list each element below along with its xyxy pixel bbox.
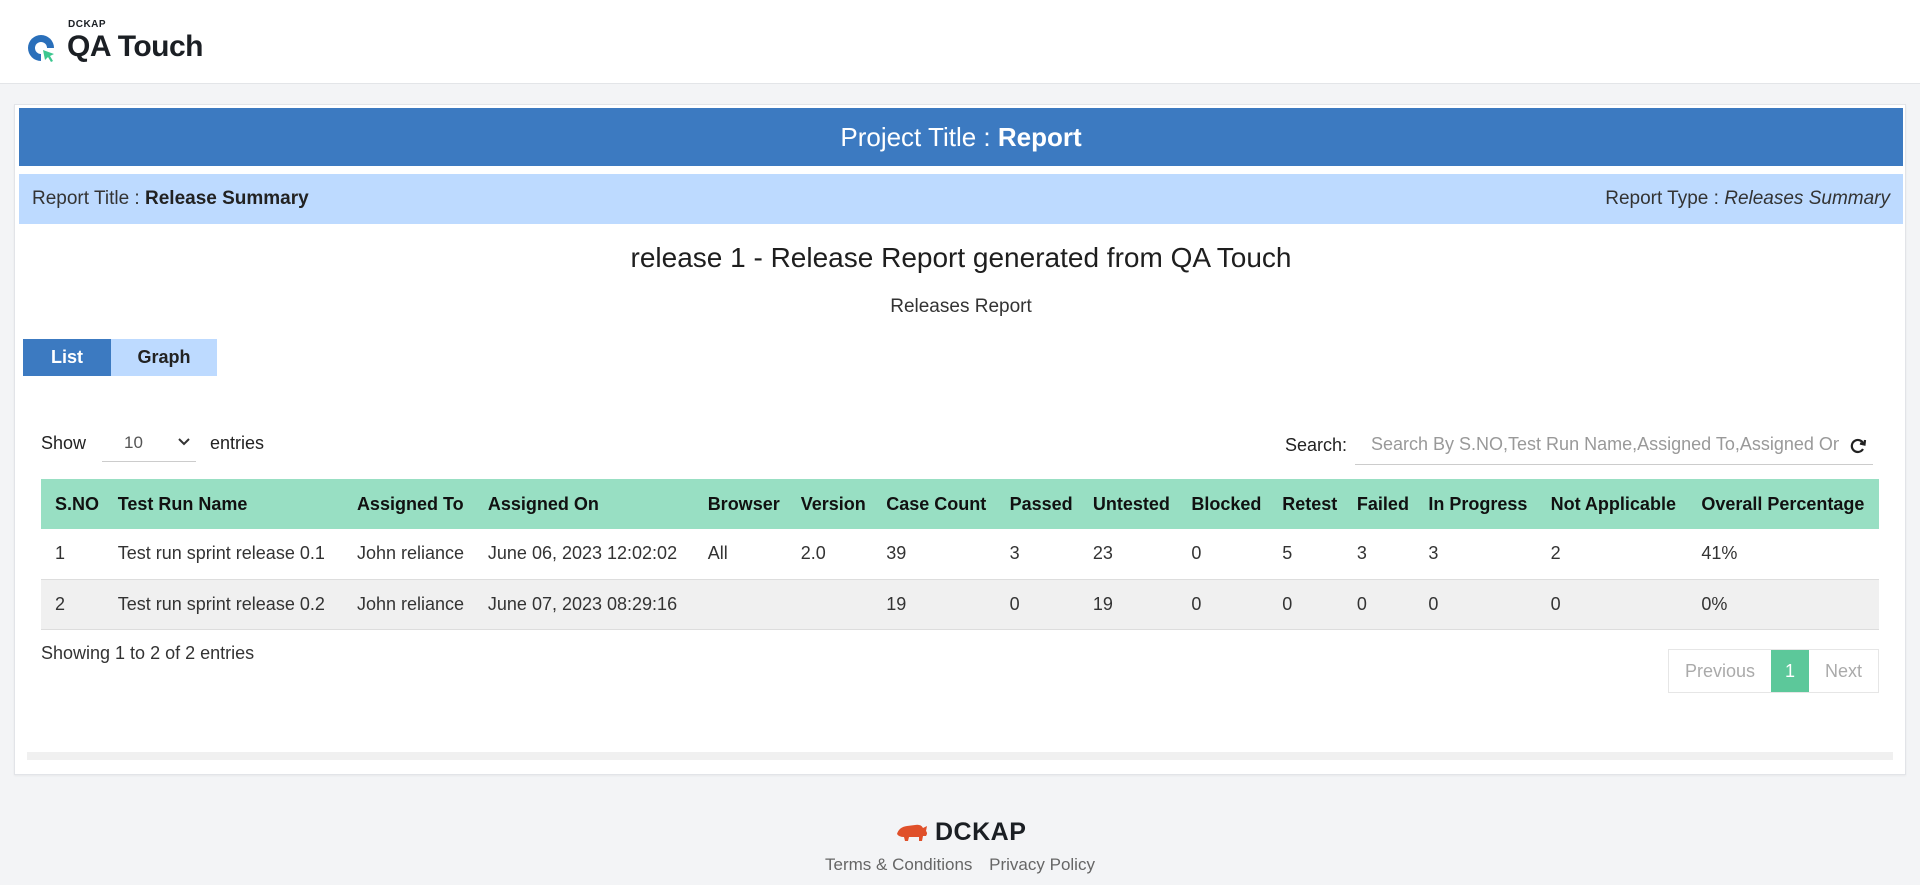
col-case-count[interactable]: Case Count — [872, 479, 996, 529]
col-in-progress[interactable]: In Progress — [1414, 479, 1537, 529]
cell-untested: 23 — [1078, 529, 1178, 580]
cell-not-applicable: 0 — [1536, 579, 1688, 630]
qa-touch-logo[interactable]: DCKAP QA Touch — [26, 18, 216, 68]
table-row: 2 Test run sprint release 0.2 John relia… — [41, 579, 1879, 630]
col-assigned-on[interactable]: Assigned On — [473, 479, 694, 529]
entries-label: entries — [210, 432, 265, 453]
cell-overall-percentage: 0% — [1687, 579, 1879, 630]
col-untested[interactable]: Untested — [1078, 479, 1178, 529]
report-type: Report Type : Releases Summary — [1605, 174, 1890, 224]
cell-sno: 2 — [41, 579, 104, 630]
pagination-page-1[interactable]: 1 — [1770, 650, 1809, 692]
entries-select-value: 10 — [124, 433, 143, 452]
col-blocked[interactable]: Blocked — [1177, 479, 1269, 529]
brand-small: DCKAP — [68, 19, 107, 30]
cell-assigned-on: June 06, 2023 12:02:02 — [473, 529, 694, 580]
horizontal-scrollbar[interactable] — [27, 752, 1893, 760]
chevron-down-icon — [178, 438, 190, 446]
search-input[interactable] — [1355, 425, 1873, 465]
view-tabs: List Graph — [23, 339, 217, 376]
cell-not-applicable: 2 — [1536, 529, 1688, 580]
project-title-label: Project Title : — [840, 122, 998, 152]
cell-blocked: 0 — [1177, 579, 1269, 630]
cell-case-count: 39 — [872, 529, 996, 580]
table-info: Showing 1 to 2 of 2 entries — [41, 643, 255, 663]
cell-test-run-name: Test run sprint release 0.2 — [103, 579, 343, 630]
cell-browser: All — [693, 529, 787, 580]
cell-case-count: 19 — [872, 579, 996, 630]
cell-version: 2.0 — [786, 529, 873, 580]
cell-version — [786, 579, 873, 630]
cell-passed: 3 — [995, 529, 1079, 580]
project-title-value: Report — [997, 122, 1082, 152]
footer-links: Terms & Conditions Privacy Policy — [0, 855, 1920, 875]
col-failed[interactable]: Failed — [1342, 479, 1415, 529]
col-browser[interactable]: Browser — [693, 479, 787, 529]
col-overall-percentage[interactable]: Overall Percentage — [1687, 479, 1879, 529]
cell-assigned-to: John reliance — [342, 579, 474, 630]
search-area: Search: — [1285, 425, 1873, 465]
qa-touch-logo-icon — [28, 35, 56, 64]
footer-logo[interactable]: DCKAP — [895, 818, 1026, 846]
cell-failed: 0 — [1342, 579, 1415, 630]
cell-failed: 3 — [1342, 529, 1415, 580]
pagination-previous[interactable]: Previous — [1669, 650, 1771, 692]
cell-retest: 0 — [1268, 579, 1343, 630]
refresh-icon[interactable] — [1849, 437, 1867, 455]
col-version[interactable]: Version — [786, 479, 873, 529]
releases-table: S.NO Test Run Name Assigned To Assigned … — [41, 479, 1879, 630]
cell-sno: 1 — [41, 529, 104, 580]
cell-overall-percentage: 41% — [1687, 529, 1879, 580]
col-retest[interactable]: Retest — [1268, 479, 1343, 529]
pagination-next[interactable]: Next — [1809, 650, 1878, 692]
report-title-value: Release Summary — [145, 188, 309, 209]
cell-browser — [693, 579, 787, 630]
search-label: Search: — [1284, 434, 1347, 455]
cell-in-progress: 3 — [1414, 529, 1537, 580]
cell-blocked: 0 — [1177, 529, 1269, 580]
tab-graph[interactable]: Graph — [111, 339, 217, 376]
report-type-value: Releases Summary — [1724, 188, 1890, 209]
cell-in-progress: 0 — [1414, 579, 1537, 630]
entries-select[interactable]: 10 — [102, 424, 197, 462]
report-info-bar: Report Title : Release Summary Report Ty… — [19, 174, 1903, 224]
cell-passed: 0 — [995, 579, 1079, 630]
report-main-title: release 1 - Release Report generated fro… — [630, 242, 1292, 273]
terms-link[interactable]: Terms & Conditions — [825, 855, 972, 874]
show-entries: Show 10 entries — [41, 424, 264, 462]
col-test-run-name[interactable]: Test Run Name — [103, 479, 343, 529]
top-bar: DCKAP QA Touch — [0, 0, 1920, 84]
dckap-rhino-icon — [897, 824, 927, 841]
pagination: Previous 1 Next — [1667, 649, 1879, 693]
cell-test-run-name: Test run sprint release 0.1 — [103, 529, 343, 580]
report-sub-title: Releases Report — [890, 296, 1032, 317]
col-passed[interactable]: Passed — [995, 479, 1079, 529]
report-type-label: Report Type : — [1605, 188, 1725, 209]
cell-assigned-on: June 07, 2023 08:29:16 — [473, 579, 694, 630]
col-assigned-to[interactable]: Assigned To — [342, 479, 474, 529]
tab-list[interactable]: List — [23, 339, 111, 376]
brand-name: QA Touch — [67, 30, 203, 63]
footer-brand: DCKAP — [935, 817, 1027, 846]
col-not-applicable[interactable]: Not Applicable — [1536, 479, 1688, 529]
table-header-row: S.NO Test Run Name Assigned To Assigned … — [41, 479, 1879, 529]
cell-untested: 19 — [1078, 579, 1178, 630]
cell-retest: 5 — [1268, 529, 1343, 580]
report-title-label: Report Title : — [32, 188, 145, 209]
privacy-link[interactable]: Privacy Policy — [989, 855, 1095, 874]
cell-assigned-to: John reliance — [342, 529, 474, 580]
show-label: Show — [41, 432, 87, 453]
table-row: 1 Test run sprint release 0.1 John relia… — [41, 529, 1879, 580]
project-title-bar: Project Title : Report — [19, 108, 1903, 166]
col-sno[interactable]: S.NO — [41, 479, 104, 529]
report-title: Report Title : Release Summary — [32, 174, 309, 224]
report-card: Project Title : Report Report Title : Re… — [14, 104, 1906, 775]
